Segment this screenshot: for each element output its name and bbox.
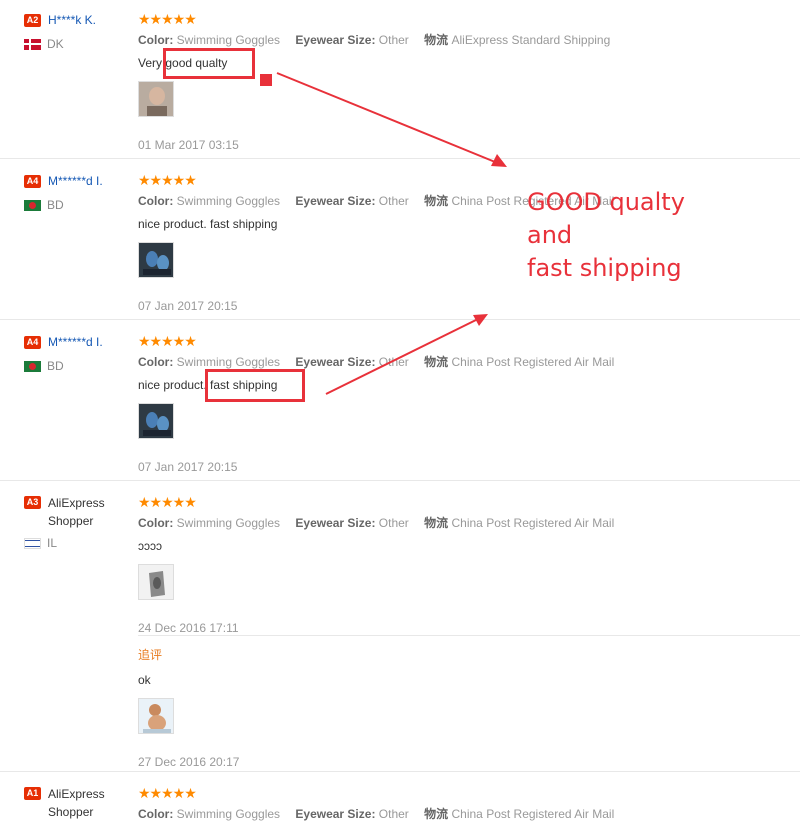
size-value: Other (378, 355, 409, 369)
reviewer-name: AliExpress Shopper (48, 496, 105, 528)
color-value: Swimming Goggles (176, 194, 281, 208)
reviewer-info: A2 H****k K. DK (24, 12, 132, 51)
reviewer-info: A4 M******d I. BD (24, 334, 132, 373)
color-label: Color: (138, 516, 174, 530)
review-photo[interactable] (138, 81, 174, 117)
rating-stars: ★★★★★ (138, 785, 197, 801)
followup-review: 追评 ok 27 Dec 2016 20:17 (138, 646, 778, 770)
size-value: Other (378, 516, 409, 530)
review-photo-image (139, 565, 173, 599)
logistics-value: China Post Registered Air Mail (451, 516, 615, 530)
country-code: IL (47, 536, 58, 550)
followup-photo-image (139, 699, 173, 733)
denmark-flag-icon (24, 38, 41, 50)
size-label: Eyewear Size: (295, 33, 376, 47)
buyer-level-badge: A1 (24, 787, 41, 800)
reviewer-name[interactable]: M******d I. (48, 173, 103, 190)
highlight-box-fast-shipping (205, 369, 305, 402)
review-item: A4 M******d I. BD ★★★★★ Color: Swimming … (0, 319, 800, 481)
color-value: Swimming Goggles (176, 33, 281, 47)
color-value: Swimming Goggles (176, 807, 281, 821)
review-photo-image (139, 404, 173, 438)
reviewer-country: BD (24, 359, 132, 373)
review-item: A4 M******d I. BD ★★★★★ Color: Swimming … (0, 158, 800, 320)
order-info: Color: Swimming Goggles Eyewear Size: Ot… (138, 32, 778, 48)
review-item: A1 AliExpress Shopper ★★★★★ Color: Swimm… (0, 771, 800, 831)
size-value: Other (378, 194, 409, 208)
size-label: Eyewear Size: (295, 194, 376, 208)
size-label: Eyewear Size: (295, 355, 376, 369)
bangladesh-flag-icon (24, 199, 41, 211)
order-info: Color: Swimming Goggles Eyewear Size: Ot… (138, 515, 778, 531)
review-photo-image (139, 82, 173, 116)
review-item: A3 AliExpress Shopper IL ★★★★★ Color: Sw… (0, 480, 800, 772)
highlight-marker (260, 74, 272, 86)
buyer-level-badge: A4 (24, 336, 41, 349)
color-label: Color: (138, 807, 174, 821)
size-value: Other (378, 33, 409, 47)
reviewer-name[interactable]: M******d I. (48, 334, 103, 351)
israel-flag-icon (24, 537, 41, 549)
logistics-label: 物流 (424, 194, 449, 208)
logistics-value: China Post Registered Air Mail (451, 807, 615, 821)
review-date: 07 Jan 2017 20:15 (138, 299, 238, 313)
followup-photo[interactable] (138, 698, 174, 734)
size-label: Eyewear Size: (295, 516, 376, 530)
reviewer-name: AliExpress Shopper (48, 787, 105, 819)
review-text: ɔɔɔɔ (138, 539, 162, 553)
bangladesh-flag-icon (24, 360, 41, 372)
logistics-value: AliExpress Standard Shipping (451, 33, 611, 47)
followup-text: ok (138, 673, 151, 687)
annotation-line-2: and (527, 221, 573, 249)
color-label: Color: (138, 33, 174, 47)
order-info: Color: Swimming Goggles Eyewear Size: Ot… (138, 354, 778, 370)
order-info: Color: Swimming Goggles Eyewear Size: Ot… (138, 806, 778, 822)
rating-stars: ★★★★★ (138, 11, 197, 27)
country-code: DK (47, 37, 64, 51)
color-label: Color: (138, 355, 174, 369)
review-photo[interactable] (138, 242, 174, 278)
review-photo[interactable] (138, 403, 174, 439)
followup-label: 追评 (138, 648, 163, 662)
review-date: 24 Dec 2016 17:11 (138, 621, 239, 635)
reviewer-country: IL (24, 536, 132, 550)
reviewer-country: DK (24, 37, 132, 51)
buyer-level-badge: A3 (24, 496, 41, 509)
buyer-level-badge: A4 (24, 175, 41, 188)
reviewer-info: A3 AliExpress Shopper IL (24, 494, 132, 550)
color-value: Swimming Goggles (176, 355, 281, 369)
reviewer-country: BD (24, 198, 132, 212)
review-text: nice product. fast shipping (138, 217, 278, 231)
review-photo-image (139, 243, 173, 277)
logistics-value: China Post Registered Air Mail (451, 355, 615, 369)
color-label: Color: (138, 194, 174, 208)
country-code: BD (47, 359, 64, 373)
rating-stars: ★★★★★ (138, 494, 197, 510)
logistics-label: 物流 (424, 807, 449, 821)
review-item: A2 H****k K. DK ★★★★★ Color: Swimming Go… (0, 0, 800, 159)
size-value: Other (378, 807, 409, 821)
annotation-line-1: GOOD qualty (527, 188, 685, 216)
review-date: 07 Jan 2017 20:15 (138, 460, 238, 474)
highlight-box-good-quality (163, 48, 255, 79)
logistics-label: 物流 (424, 33, 449, 47)
followup-date: 27 Dec 2016 20:17 (138, 755, 240, 769)
reviewer-name[interactable]: H****k K. (48, 12, 96, 29)
buyer-level-badge: A2 (24, 14, 41, 27)
color-value: Swimming Goggles (176, 516, 281, 530)
review-date: 01 Mar 2017 03:15 (138, 138, 239, 152)
annotation-line-3: fast shipping (527, 254, 682, 282)
logistics-label: 物流 (424, 355, 449, 369)
size-label: Eyewear Size: (295, 807, 376, 821)
reviewer-info: A4 M******d I. BD (24, 173, 132, 212)
reviewer-info: A1 AliExpress Shopper (24, 785, 132, 821)
review-photo[interactable] (138, 564, 174, 600)
country-code: BD (47, 198, 64, 212)
logistics-label: 物流 (424, 516, 449, 530)
rating-stars: ★★★★★ (138, 333, 197, 349)
